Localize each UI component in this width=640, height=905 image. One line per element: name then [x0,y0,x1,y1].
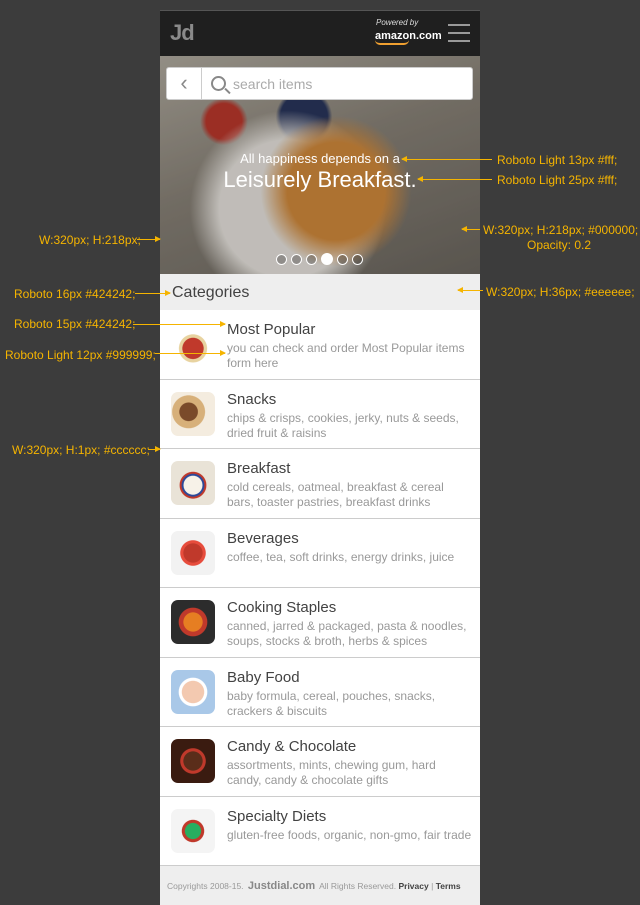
carousel-dot[interactable] [276,254,287,265]
amazon-text: amazon.com [375,30,442,42]
category-item[interactable]: Most Popular you can check and order Most… [160,310,480,380]
category-item[interactable]: Beverages coffee, tea, soft drinks, energ… [160,519,480,588]
category-name: Cooking Staples [227,599,337,616]
basket-icon [171,322,215,366]
category-item[interactable]: Cooking Staples canned, jarred & packaged… [160,588,480,658]
annotation-text: Roboto 16px #424242; [14,287,136,301]
category-item[interactable]: Breakfast cold cereals, oatmeal, breakfas… [160,449,480,519]
annotation-arrow [155,350,226,356]
category-name: Beverages [227,529,299,547]
category-description: cold cereals, oatmeal, breakfast & cerea… [227,480,444,509]
back-arrow-icon[interactable]: ‹ [167,68,202,99]
chocolate-icon [171,739,215,783]
category-item[interactable]: Snacks chips & crisps, cookies, jerky, nu… [160,380,480,449]
pasta-icon [171,600,215,644]
annotation-text: W:320px; H:218px; #000000; [483,223,639,237]
carousel-dot[interactable] [291,254,302,265]
category-description: canned, jarred & packaged, pasta & noodl… [227,619,467,648]
annotation-arrow [461,226,480,232]
app-header: Jd Powered by amazon.com [160,10,480,56]
category-description: you can check and order Most Popular ite… [227,341,465,370]
category-name: Specialty Diets [227,807,327,825]
carousel-dot[interactable] [306,254,317,265]
category-description: gluten-free foods, organic, non-gmo, fai… [227,827,472,842]
footer: Copyrights 2008-15. Justdial.com All Rig… [160,866,480,905]
category-description: assortments, mints, chewing gum, hard ca… [227,758,436,787]
search-bar: ‹ [166,67,473,100]
hero-tagline-large: Leisurely Breakfast. [223,167,417,192]
search-icon [211,76,226,91]
privacy-link[interactable]: Privacy [398,881,428,891]
snacks-icon [171,391,215,436]
category-item[interactable]: Specialty Diets gluten-free foods, organi… [160,797,480,866]
category-name: Most Popular [227,321,316,338]
category-description: coffee, tea, soft drinks, energy drinks,… [227,549,455,564]
category-item[interactable]: Candy & Chocolate assortments, mints, che… [160,727,480,797]
carousel-dots [276,252,367,265]
annotation-arrow [135,290,171,296]
footer-separator: | [431,881,434,891]
category-description: chips & crisps, cookies, jerky, nuts & s… [227,410,459,440]
hamburger-menu-icon[interactable] [448,24,470,42]
annotation-arrow [457,287,483,293]
annotation-text: Roboto 15px #424242; [14,317,136,331]
phone-screen: Jd Powered by amazon.com ‹ All happiness… [160,0,480,905]
breakfast-icon [171,461,215,505]
annotation-text: Roboto Light 12px #999999; [5,348,156,362]
copyright-text: Copyrights 2008-15. [167,881,244,891]
category-item[interactable]: Baby Food baby formula, cereal, pouches, … [160,658,480,727]
annotation-arrow [401,156,492,162]
annotation-arrow [148,446,161,452]
salad-icon [171,808,215,853]
rights-text: All Rights Reserved. [319,881,397,891]
carousel-dot[interactable] [337,254,348,265]
beverages-icon [171,530,215,575]
annotation-arrow [137,236,161,242]
justdial-footer-logo: Justdial.com [247,880,316,892]
category-description: baby formula, cereal, pouches, snacks, c… [227,688,436,718]
annotation-text: W:320px; H:1px; #cccccc; [12,443,150,457]
terms-link[interactable]: Terms [436,881,461,891]
category-list: Most Popular you can check and order Most… [160,310,480,866]
annotation-text: Roboto Light 25px #fff; [497,173,618,187]
justdial-logo[interactable]: Jd [170,20,195,46]
category-name: Breakfast [227,460,291,477]
annotation-text: Roboto Light 13px #fff; [497,153,618,167]
annotation-text: Opacity: 0.2 [527,238,592,252]
carousel-dot[interactable] [352,254,363,265]
search-input[interactable] [233,73,463,94]
annotation-text: W:320px; H:36px; #eeeeee; [486,285,635,299]
powered-by-label: Powered by [376,18,419,27]
annotation-text: W:320px; H:218px; [39,233,141,247]
category-name: Baby Food [227,668,300,686]
hero-banner[interactable]: ‹ All happiness depends on a Leisurely B… [160,56,480,274]
annotation-arrow [417,176,492,182]
baby-food-icon [171,669,215,714]
amazon-logo: amazon.com [375,30,442,45]
annotation-arrow [133,321,226,327]
category-name: Candy & Chocolate [227,738,357,755]
carousel-dot-active[interactable] [321,253,333,265]
category-name: Snacks [227,390,277,408]
status-strip [160,0,480,10]
categories-heading: Categories [160,274,480,310]
